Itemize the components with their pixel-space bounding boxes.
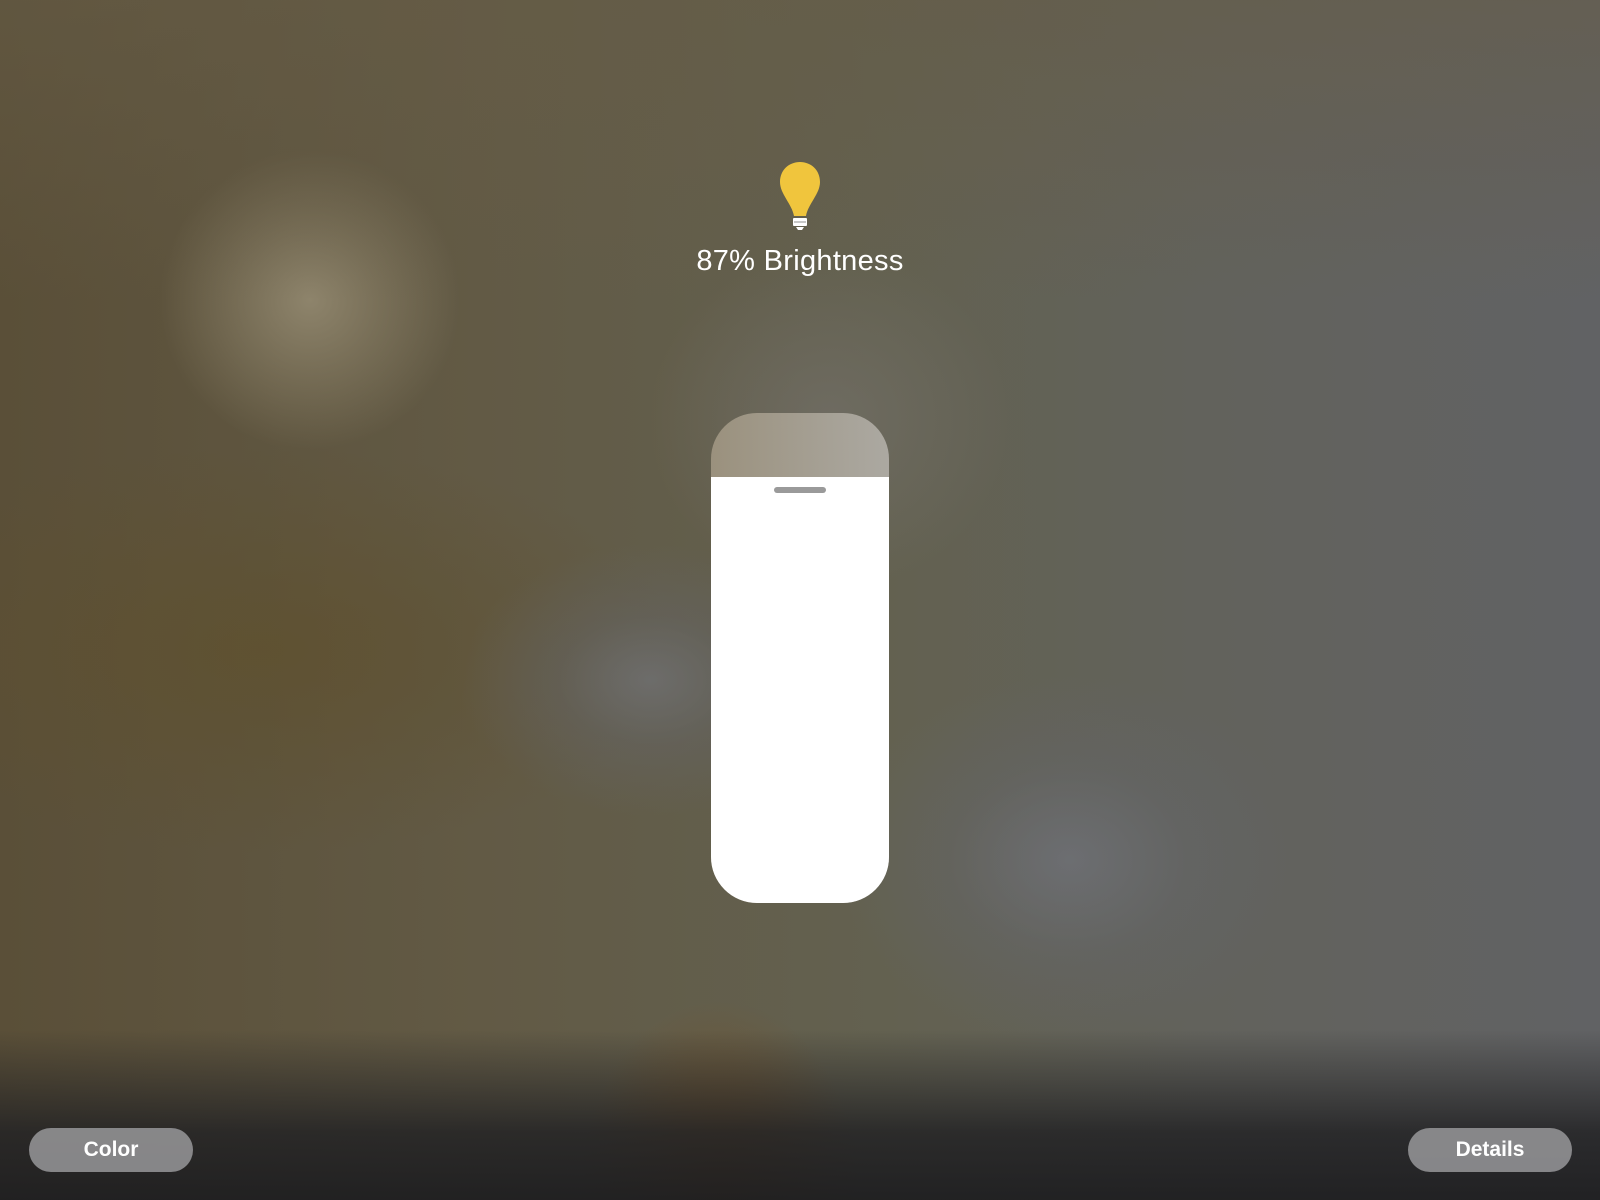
lightbulb-icon [778, 160, 822, 230]
brightness-title: 87% Brightness [696, 245, 904, 277]
details-button[interactable]: Details [1408, 1128, 1572, 1172]
brightness-slider-fill [711, 477, 889, 903]
background-bottom-shade [0, 1030, 1600, 1200]
brightness-slider[interactable] [711, 413, 889, 903]
brightness-slider-handle[interactable] [774, 487, 826, 493]
light-header: 87% Brightness [0, 160, 1600, 278]
color-button[interactable]: Color [29, 1128, 193, 1172]
